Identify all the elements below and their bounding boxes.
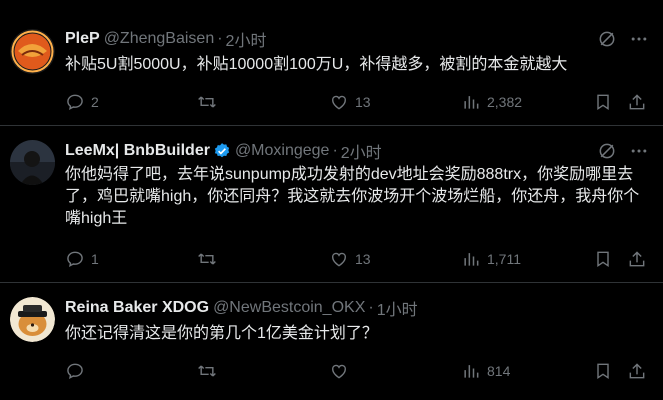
reply-count: 2: [91, 94, 99, 110]
avatar[interactable]: [10, 297, 55, 342]
timestamp[interactable]: 2小时: [341, 139, 382, 163]
tweet-text: 你还记得清这是你的第几个1亿美金计划了？: [65, 325, 378, 342]
reply-count: 1: [91, 251, 99, 267]
like-icon: [332, 95, 346, 110]
bookmark-icon: [597, 251, 609, 267]
reply-button[interactable]: 2: [65, 90, 99, 114]
views-button[interactable]: 2,382: [461, 90, 522, 114]
timeline: PleP @ZhengBaisen · 2小时 补贴5U割5000U，补贴100…: [0, 0, 663, 400]
reply-icon: [67, 363, 83, 379]
repost-icon: [198, 253, 216, 265]
bookmark-icon: [597, 94, 609, 110]
verified-badge-icon: [213, 142, 231, 160]
share-icon: [629, 251, 645, 267]
repost-icon: [198, 96, 216, 108]
more-icon[interactable]: [629, 141, 649, 161]
user-handle[interactable]: @ZhengBaisen: [104, 30, 215, 48]
tweet[interactable]: LeeMx| BnbBuilder @Moxingege · 2小时 你他妈得了…: [0, 126, 663, 283]
separator: ·: [332, 142, 338, 159]
share-icon: [629, 94, 645, 110]
bookmark-button[interactable]: [593, 247, 619, 271]
tweet[interactable]: Reina Baker XDOG @NewBestcoin_OKX · 1小时 …: [0, 283, 663, 400]
display-name[interactable]: Reina Baker XDOG: [65, 299, 209, 317]
reply-icon: [67, 94, 83, 110]
tweet-header: LeeMx| BnbBuilder @Moxingege · 2小时: [65, 140, 653, 162]
timestamp[interactable]: 1小时: [377, 296, 418, 320]
grok-icon[interactable]: [597, 29, 617, 49]
views-icon: [464, 365, 479, 378]
share-button[interactable]: [627, 90, 653, 114]
repost-button[interactable]: [197, 90, 223, 114]
like-icon: [332, 364, 346, 379]
avatar[interactable]: [10, 140, 55, 185]
bookmark-icon: [597, 363, 609, 379]
user-handle[interactable]: @Moxingege: [235, 142, 330, 160]
timestamp[interactable]: 2小时: [226, 27, 267, 51]
separator: ·: [368, 299, 374, 316]
like-button[interactable]: [329, 359, 355, 383]
separator: ·: [217, 30, 223, 47]
views-icon: [464, 253, 479, 266]
bookmark-button[interactable]: [593, 90, 619, 114]
tweet-text: 补贴5U割5000U，补贴10000割100万U，补得越多，被割的本金就越大: [65, 56, 568, 73]
like-button[interactable]: 13: [329, 247, 371, 271]
views-icon: [464, 96, 479, 109]
tweet-text: 你他妈得了吧，去年说sunpump成功发射的dev地址会奖励888trx，你奖励…: [65, 166, 640, 227]
views-button[interactable]: 814: [461, 359, 510, 383]
share-icon: [629, 363, 645, 379]
more-icon[interactable]: [629, 29, 649, 49]
action-bar: 2 13 2,382: [65, 90, 650, 114]
share-button[interactable]: [627, 247, 653, 271]
action-bar: 1 13 1,711: [65, 247, 650, 271]
tweet[interactable]: PleP @ZhengBaisen · 2小时 补贴5U割5000U，补贴100…: [0, 18, 663, 126]
avatar-image: [10, 140, 55, 185]
reply-button[interactable]: 1: [65, 247, 99, 271]
reply-icon: [67, 251, 83, 267]
bookmark-button[interactable]: [593, 359, 619, 383]
tweet-header: PleP @ZhengBaisen · 2小时: [65, 28, 653, 50]
views-button[interactable]: 1,711: [461, 247, 521, 271]
action-bar: 814: [65, 359, 650, 383]
views-count: 814: [487, 363, 511, 379]
display-name[interactable]: LeeMx| BnbBuilder: [65, 142, 210, 160]
repost-button[interactable]: [197, 359, 223, 383]
display-name[interactable]: PleP: [65, 30, 100, 48]
like-count: 13: [355, 94, 371, 110]
like-count: 13: [355, 251, 371, 267]
like-button[interactable]: 13: [329, 90, 371, 114]
user-handle[interactable]: @NewBestcoin_OKX: [213, 299, 365, 317]
repost-button[interactable]: [197, 247, 223, 271]
share-button[interactable]: [627, 359, 653, 383]
reply-button[interactable]: [65, 359, 91, 383]
tweet-header: Reina Baker XDOG @NewBestcoin_OKX · 1小时: [65, 297, 653, 319]
avatar-image: [10, 29, 55, 74]
repost-icon: [198, 365, 216, 377]
avatar[interactable]: [10, 29, 55, 74]
views-count: 2,382: [487, 94, 523, 110]
avatar-image: [10, 297, 55, 342]
like-icon: [332, 252, 346, 267]
grok-icon[interactable]: [597, 141, 617, 161]
views-count: 1,711: [487, 251, 521, 267]
